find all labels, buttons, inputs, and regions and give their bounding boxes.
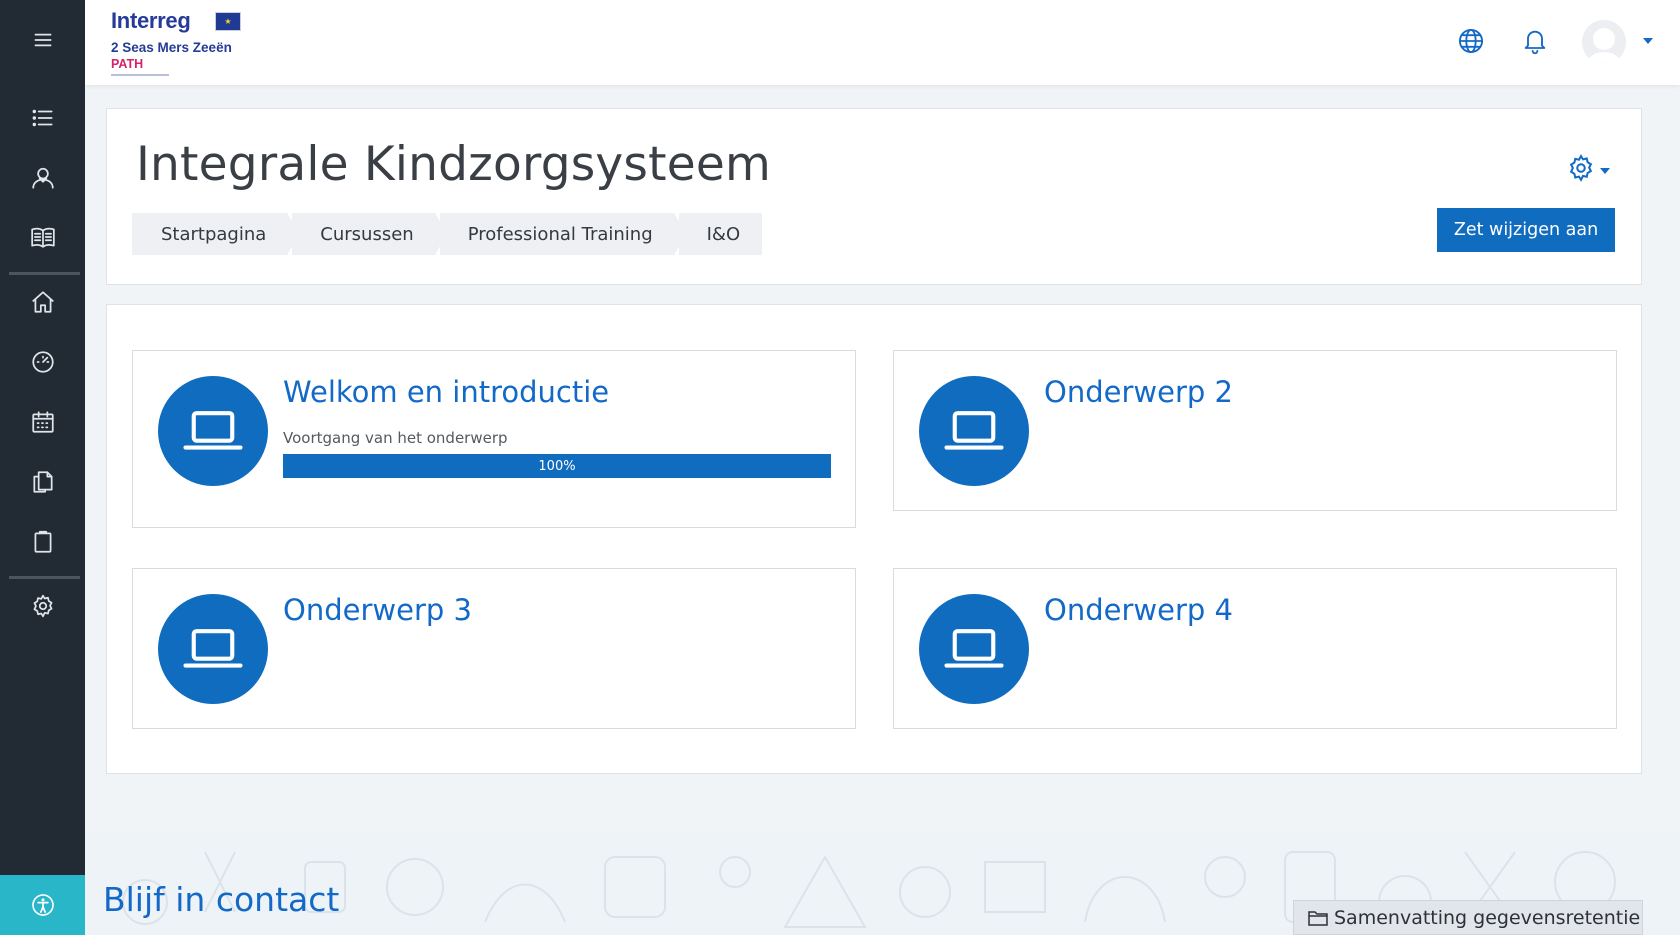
progress-label: Voortgang van het onderwerp <box>283 429 508 447</box>
topic-card[interactable]: Welkom en introductie Voortgang van het … <box>132 350 856 528</box>
breadcrumb-category[interactable]: Professional Training <box>439 213 675 255</box>
logo-divider <box>111 74 169 76</box>
clipboard-icon <box>34 530 51 553</box>
breadcrumb: Startpagina Cursussen Professional Train… <box>132 213 763 255</box>
breadcrumb-separator <box>673 213 686 255</box>
topic-image <box>158 376 268 486</box>
topic-title[interactable]: Onderwerp 4 <box>1044 593 1233 627</box>
sidebar-item-participants[interactable] <box>0 155 85 201</box>
language-button[interactable] <box>1454 24 1488 58</box>
topic-title[interactable]: Onderwerp 3 <box>283 593 472 627</box>
breadcrumb-courses[interactable]: Cursussen <box>292 213 436 255</box>
topic-card[interactable]: Onderwerp 4 <box>893 568 1617 729</box>
menu-toggle-button[interactable] <box>0 17 85 63</box>
accessibility-icon <box>31 894 54 916</box>
sidebar-item-grades[interactable] <box>0 214 85 260</box>
gear-icon <box>33 594 52 618</box>
topic-card[interactable]: Onderwerp 2 <box>893 350 1617 511</box>
user-avatar-icon <box>1582 20 1626 64</box>
gear-icon <box>1569 154 1593 182</box>
sidebar-item-index[interactable] <box>0 95 85 141</box>
book-icon <box>30 227 55 248</box>
breadcrumb-separator <box>434 213 447 255</box>
laptop-icon <box>183 411 243 450</box>
top-navbar: Interreg ★ 2 Seas Mers Zeeën PATH <box>85 0 1680 85</box>
sidebar-item-calendar[interactable] <box>0 399 85 445</box>
topic-image <box>158 594 268 704</box>
topic-card[interactable]: Onderwerp 3 <box>132 568 856 729</box>
globe-icon <box>1458 28 1484 54</box>
breadcrumb-course[interactable]: I&O <box>678 213 763 255</box>
sidebar-divider <box>9 576 80 579</box>
bell-icon <box>1524 30 1546 55</box>
home-icon <box>31 291 54 313</box>
chevron-down-icon <box>1600 168 1610 174</box>
topic-title[interactable]: Onderwerp 2 <box>1044 375 1233 409</box>
edit-mode-button[interactable]: Zet wijzigen aan <box>1437 208 1615 252</box>
sidebar-item-admin[interactable] <box>0 583 85 629</box>
breadcrumb-separator <box>287 213 300 255</box>
menu-icon <box>34 33 51 47</box>
footer-contact-title: Blijf in contact <box>103 880 340 919</box>
course-actions-menu[interactable] <box>1566 153 1610 183</box>
sidebar-item-files[interactable] <box>0 459 85 505</box>
accessibility-button[interactable] <box>0 875 85 935</box>
progress-fill: 100% <box>283 454 831 478</box>
sidebar-item-home[interactable] <box>0 279 85 325</box>
laptop-icon <box>944 629 1004 668</box>
sidebar-item-content-bank[interactable] <box>0 519 85 565</box>
logo-project: PATH <box>111 57 144 71</box>
progress-bar: 100% <box>283 454 831 478</box>
breadcrumb-home[interactable]: Startpagina <box>132 213 289 255</box>
logo-program: 2 Seas Mers Zeeën <box>111 40 232 55</box>
dashboard-icon <box>31 351 54 373</box>
page-header: Integrale Kindzorgsysteem Startpagina Cu… <box>106 108 1642 285</box>
chevron-down-icon[interactable] <box>1643 38 1653 44</box>
eu-flag-icon: ★ <box>215 12 241 31</box>
participants-icon <box>31 167 54 189</box>
topic-image <box>919 376 1029 486</box>
sidebar-divider <box>9 272 80 275</box>
sidebar-item-dashboard[interactable] <box>0 339 85 385</box>
topic-title[interactable]: Welkom en introductie <box>283 375 609 409</box>
data-retention-label: Samenvatting gegevensretentie <box>1334 906 1641 929</box>
topic-image <box>919 594 1029 704</box>
sidebar <box>0 0 85 935</box>
topics-section: Welkom en introductie Voortgang van het … <box>106 304 1642 774</box>
files-icon <box>32 471 53 493</box>
list-icon <box>32 109 53 127</box>
folder-icon <box>1308 910 1328 926</box>
laptop-icon <box>183 629 243 668</box>
calendar-icon <box>31 411 54 433</box>
notifications-button[interactable] <box>1518 24 1552 58</box>
data-retention-button[interactable]: Samenvatting gegevensretentie <box>1293 900 1643 935</box>
logo-brand: Interreg <box>111 8 191 33</box>
laptop-icon <box>944 411 1004 450</box>
site-logo[interactable]: Interreg ★ 2 Seas Mers Zeeën PATH <box>111 6 245 76</box>
page-title: Integrale Kindzorgsysteem <box>136 137 771 192</box>
avatar[interactable] <box>1582 20 1626 64</box>
